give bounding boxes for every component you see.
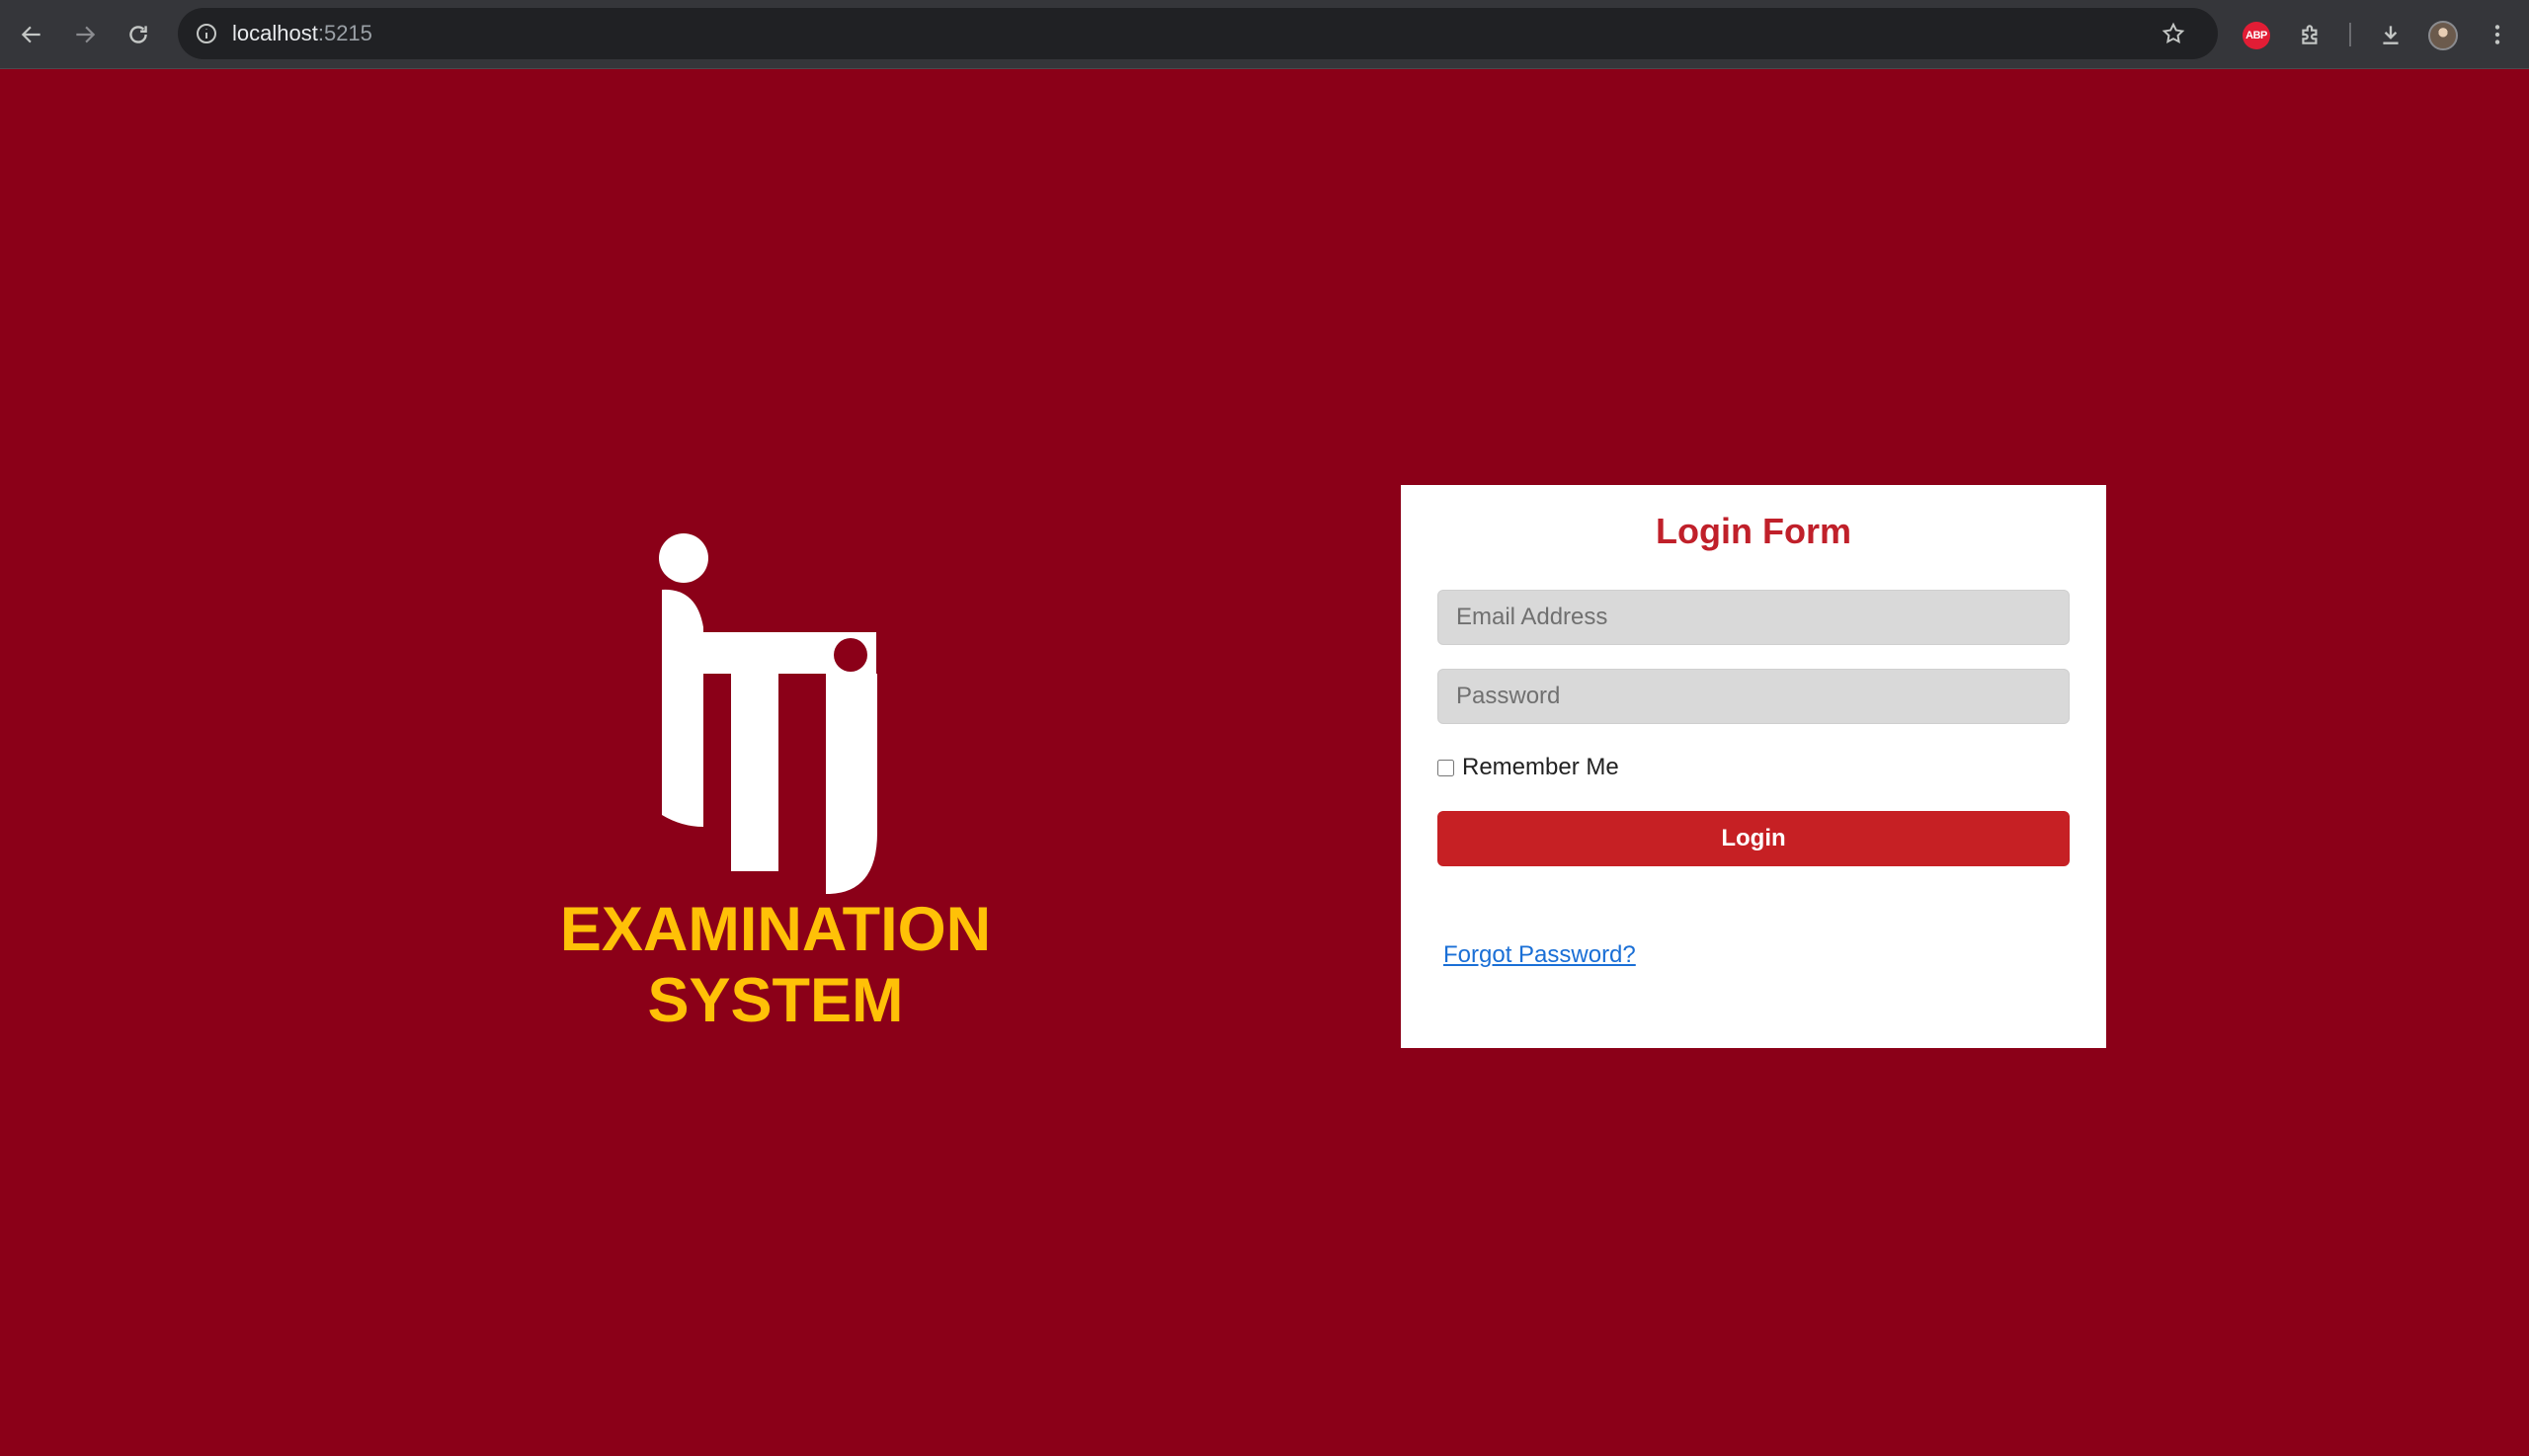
extensions-button[interactable] [2289, 13, 2332, 56]
forward-button[interactable] [63, 13, 107, 56]
remember-me-checkbox[interactable] [1437, 759, 1454, 776]
system-title-line2: SYSTEM [647, 966, 904, 1035]
password-field[interactable] [1437, 669, 2070, 724]
system-title-line1: EXAMINATION [559, 895, 992, 964]
reload-button[interactable] [117, 13, 160, 56]
login-button[interactable]: Login [1437, 811, 2070, 866]
kebab-menu-icon [2494, 25, 2500, 44]
downloads-button[interactable] [2369, 13, 2412, 56]
reload-icon [129, 26, 147, 43]
download-icon [2383, 26, 2399, 44]
brand-block: EXAMINATION SYSTEM [514, 519, 1037, 1052]
login-form-title: Login Form [1656, 511, 1851, 551]
bookmark-star-icon[interactable] [2158, 18, 2189, 49]
arrow-right-icon [76, 26, 96, 43]
remember-me-label: Remember Me [1462, 754, 1619, 780]
toolbar-divider [2349, 23, 2351, 46]
url-text: localhost:5215 [232, 21, 372, 46]
address-bar[interactable]: localhost:5215 [178, 8, 2218, 59]
site-info-icon[interactable] [192, 19, 221, 48]
browser-toolbar: localhost:5215 ABP [0, 0, 2529, 69]
iti-logo-icon [659, 533, 877, 894]
url-host: localhost [232, 21, 318, 45]
arrow-left-icon [21, 26, 41, 43]
back-button[interactable] [10, 13, 53, 56]
puzzle-icon [2302, 25, 2318, 44]
remember-me-row[interactable]: Remember Me [1437, 752, 1619, 783]
forgot-password-link[interactable]: Forgot Password? [1443, 941, 1636, 969]
adblock-extension-icon[interactable]: ABP [2243, 22, 2270, 49]
login-card: Login Form Remember Me Login Forgot Pass… [1401, 485, 2106, 1048]
profile-avatar[interactable] [2428, 21, 2458, 50]
menu-button[interactable] [2476, 13, 2519, 56]
email-field[interactable] [1437, 590, 2070, 645]
system-title: EXAMINATION SYSTEM [514, 894, 1037, 1036]
url-port: :5215 [317, 21, 372, 45]
